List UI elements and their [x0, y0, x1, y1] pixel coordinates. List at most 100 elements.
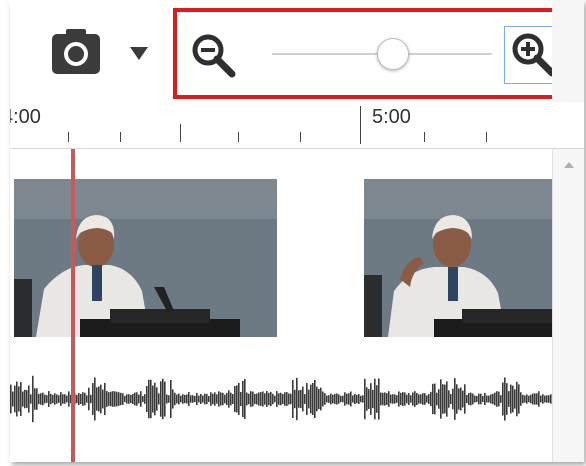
zoom-slider-thumb[interactable] [377, 38, 409, 70]
ruler-mid-tick [180, 124, 181, 142]
waveform-bar [52, 394, 54, 404]
waveform-bar [366, 387, 368, 411]
waveform-bar [328, 395, 330, 403]
waveform-bar [448, 390, 450, 408]
waveform-bar [274, 395, 276, 403]
waveform-bar [42, 392, 44, 406]
video-frame-thumbnail-2[interactable] [364, 179, 552, 337]
scroll-up-button[interactable] [563, 157, 575, 168]
waveform-bar [94, 377, 96, 421]
waveform-bar [96, 387, 98, 411]
waveform-bar [218, 391, 220, 407]
waveform-bar [38, 393, 40, 405]
waveform-bar [530, 394, 532, 404]
waveform-bar [342, 395, 344, 403]
waveform-bar [518, 384, 520, 414]
waveform-bar [296, 377, 298, 421]
waveform-bar [324, 393, 326, 405]
waveform-bar [370, 383, 372, 415]
speaker-frame-image [364, 179, 552, 337]
zoom-out-button[interactable] [188, 30, 240, 82]
waveform-bar [506, 383, 508, 415]
waveform-bar [150, 379, 152, 419]
waveform-bar [502, 382, 504, 416]
waveform-bar [368, 389, 370, 409]
vertical-scrollbar[interactable] [552, 149, 584, 462]
waveform-bar [212, 393, 214, 405]
waveform-bar [50, 393, 52, 405]
waveform-bar [280, 392, 282, 406]
waveform-bar [20, 382, 22, 416]
waveform-bar [306, 382, 308, 416]
waveform-bar [102, 389, 104, 409]
waveform-bar [64, 394, 66, 404]
waveform-bar [60, 392, 62, 406]
waveform-bar [434, 383, 436, 415]
waveform-bar [436, 392, 438, 406]
waveform-bar [318, 388, 320, 410]
waveform-bar [304, 394, 306, 404]
waveform-bar [134, 392, 136, 406]
waveform-bar [182, 394, 184, 404]
scroll-up-arrow-icon [564, 162, 574, 168]
waveform-bar [214, 392, 216, 406]
waveform-bar [68, 391, 70, 407]
waveform-bar [420, 394, 422, 404]
waveform-bar [316, 386, 318, 412]
waveform-bar [450, 393, 452, 405]
waveform-bar [90, 394, 92, 404]
waveform-bar [106, 391, 108, 407]
waveform-bar [66, 395, 68, 403]
waveform-bar [124, 395, 126, 403]
waveform-bar [254, 393, 256, 405]
waveform-bar [44, 394, 46, 404]
waveform-bar [418, 394, 420, 404]
waveform-bar [202, 395, 204, 403]
waveform-bar [36, 388, 38, 410]
waveform-bar [180, 395, 182, 403]
ruler-label-4-00: 4:00 [10, 106, 41, 128]
waveform-bar [326, 395, 328, 403]
video-frame-thumbnail-1[interactable] [14, 179, 277, 337]
waveform-bar [272, 393, 274, 405]
waveform-bar [308, 389, 310, 409]
waveform-bar [480, 393, 482, 405]
ruler-minor-tick [486, 132, 487, 142]
waveform-bar [252, 391, 254, 407]
waveform-bar [58, 395, 60, 403]
zoom-slider[interactable] [272, 36, 492, 72]
snapshot-options-dropdown[interactable] [124, 38, 154, 68]
waveform-bar [404, 392, 406, 406]
waveform-bar [416, 392, 418, 406]
waveform-bar [528, 395, 530, 403]
audio-waveform [10, 375, 552, 423]
waveform-bar [34, 388, 36, 410]
playhead-marker[interactable] [71, 149, 75, 462]
waveform-bar [170, 380, 172, 418]
waveform-bar [534, 393, 536, 405]
waveform-bar [510, 384, 512, 414]
waveform-bar [456, 384, 458, 414]
waveform-bar [258, 392, 260, 406]
waveform-bar [432, 383, 434, 415]
waveform-bar [114, 391, 116, 407]
waveform-bar [22, 391, 24, 407]
waveform-bar [468, 393, 470, 405]
waveform-bar [516, 381, 518, 417]
zoom-out-icon [192, 34, 236, 78]
waveform-bar [410, 395, 412, 403]
waveform-bar [524, 395, 526, 403]
waveform-bar [548, 395, 550, 403]
ruler-minor-tick [120, 132, 121, 142]
waveform-bar [344, 392, 346, 406]
waveform-bar [470, 392, 472, 406]
snapshot-button[interactable] [50, 26, 102, 78]
waveform-bar [354, 393, 356, 405]
waveform-bar [466, 394, 468, 404]
waveform-bar [452, 388, 454, 410]
waveform-bar [136, 392, 138, 406]
waveform-bar [544, 395, 546, 403]
waveform-bar [172, 389, 174, 409]
waveform-bar [406, 394, 408, 404]
waveform-bar [140, 391, 142, 407]
